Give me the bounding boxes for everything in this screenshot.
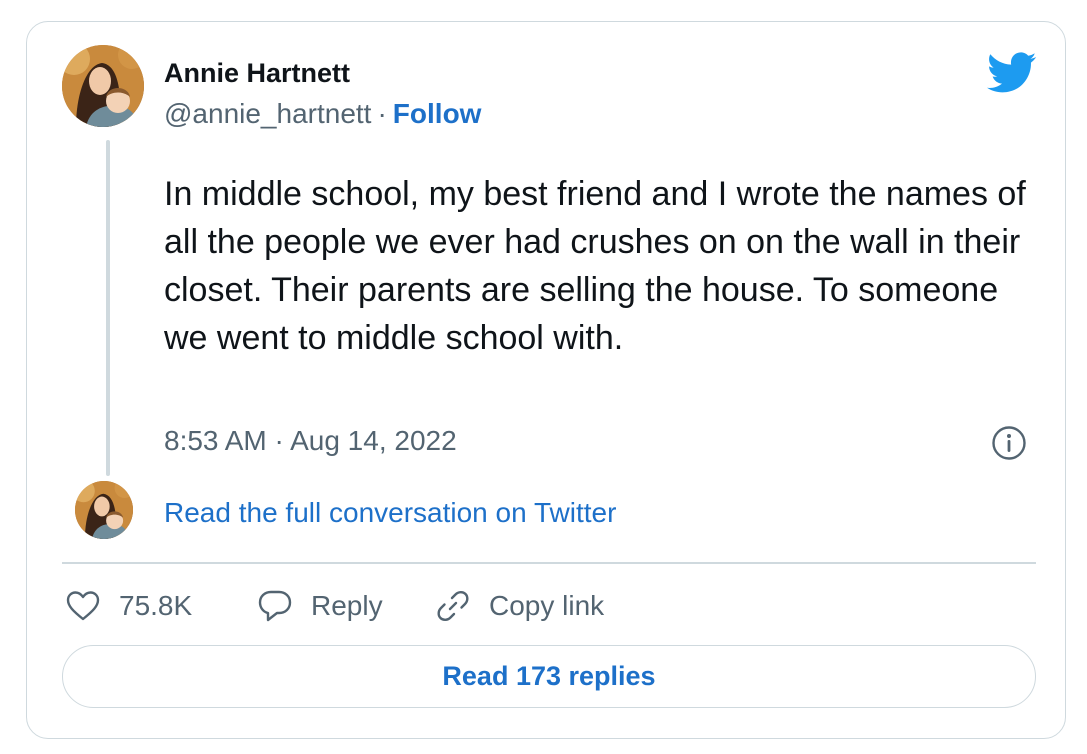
divider [62,562,1036,564]
read-conversation-link[interactable]: Read the full conversation on Twitter [164,497,616,529]
reply-label: Reply [311,590,383,621]
heart-icon [66,591,100,621]
tweet-text: In middle school, my best friend and I w… [164,175,1026,357]
author-name[interactable]: Annie Hartnett [164,58,350,89]
read-replies-button[interactable]: Read 173 replies [62,645,1036,708]
info-icon[interactable] [991,425,1027,461]
like-button[interactable]: 75.8K [65,584,192,628]
twitter-bird-icon[interactable] [987,52,1037,94]
copy-link-button[interactable]: Copy link [435,584,604,628]
author-handle-row: @annie_hartnett · Follow [164,98,481,130]
author-avatar[interactable] [62,45,144,127]
follow-button[interactable]: Follow [393,98,482,129]
thread-line [106,140,110,476]
speech-bubble-icon [258,590,292,622]
tweet-timestamp[interactable]: 8:53 AM · Aug 14, 2022 [164,425,457,457]
like-count: 75.8K [119,590,193,621]
separator-dot: · [377,98,387,129]
copy-link-label: Copy link [489,590,605,621]
read-replies-label: Read 173 replies [442,661,656,691]
conversation-avatar[interactable] [75,481,133,539]
reply-button[interactable]: Reply [257,584,383,628]
author-handle[interactable]: @annie_hartnett [164,98,371,129]
tweet-embed-card: Annie Hartnett @annie_hartnett · Follow In… [26,21,1066,739]
link-icon [437,590,469,622]
